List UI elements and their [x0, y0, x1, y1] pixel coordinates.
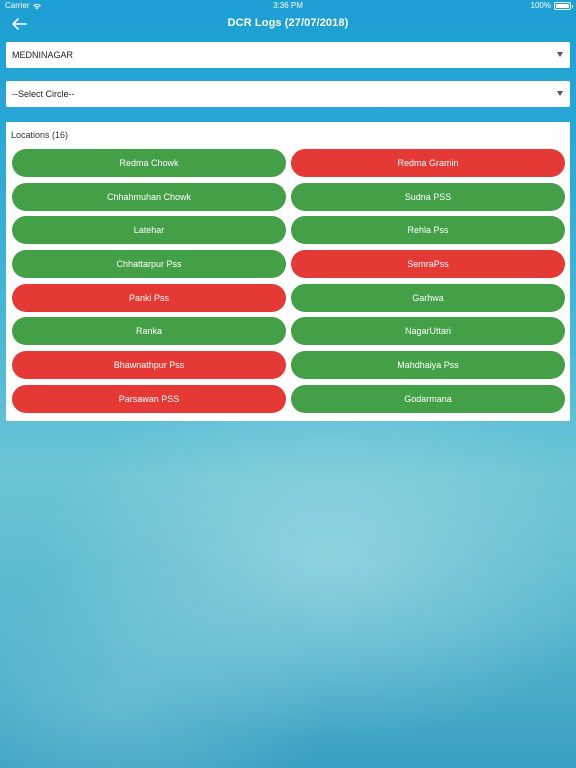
- location-button[interactable]: Ranka: [12, 317, 286, 346]
- status-time: 3:36 PM: [273, 1, 303, 10]
- status-bar: Carrier 3:36 PM 100%: [0, 0, 576, 12]
- battery-group: 100%: [530, 1, 573, 10]
- location-button[interactable]: Panki Pss: [12, 283, 286, 312]
- location-button[interactable]: Parsawan PSS: [12, 384, 286, 413]
- location-button[interactable]: Chhattarpur Pss: [12, 250, 286, 279]
- division-select[interactable]: MEDNINAGAR: [6, 42, 570, 68]
- battery-percent: 100%: [530, 1, 551, 10]
- location-button[interactable]: SemraPss: [291, 250, 565, 279]
- location-button[interactable]: Sudna PSS: [291, 182, 565, 211]
- circle-select[interactable]: --Select Circle--: [6, 81, 570, 107]
- circle-select-value: --Select Circle--: [12, 89, 75, 99]
- nav-bar: DCR Logs (27/07/2018): [0, 12, 576, 38]
- locations-card: Locations (16) Redma Chowk Redma Gramin …: [6, 122, 570, 421]
- location-button[interactable]: Mahdhaiya Pss: [291, 351, 565, 380]
- triangle-down-icon: [557, 91, 563, 96]
- location-button[interactable]: Latehar: [12, 216, 286, 245]
- location-button[interactable]: Garhwa: [291, 283, 565, 312]
- location-button[interactable]: NagarUttari: [291, 317, 565, 346]
- locations-header: Locations (16): [11, 130, 69, 140]
- location-button[interactable]: Rehla Pss: [291, 216, 565, 245]
- division-select-value: MEDNINAGAR: [12, 50, 74, 60]
- location-button[interactable]: Redma Gramin: [291, 149, 565, 177]
- battery-icon: [554, 1, 573, 10]
- location-button[interactable]: Redma Chowk: [12, 149, 286, 177]
- triangle-down-icon: [557, 52, 563, 57]
- location-button[interactable]: Godarmana: [291, 384, 565, 413]
- page-title: DCR Logs (27/07/2018): [227, 17, 349, 29]
- locations-grid: Redma Chowk Redma Gramin Chhahmuhan Chow…: [12, 149, 565, 413]
- location-button[interactable]: Bhawnathpur Pss: [12, 351, 286, 380]
- location-button[interactable]: Chhahmuhan Chowk: [12, 182, 286, 211]
